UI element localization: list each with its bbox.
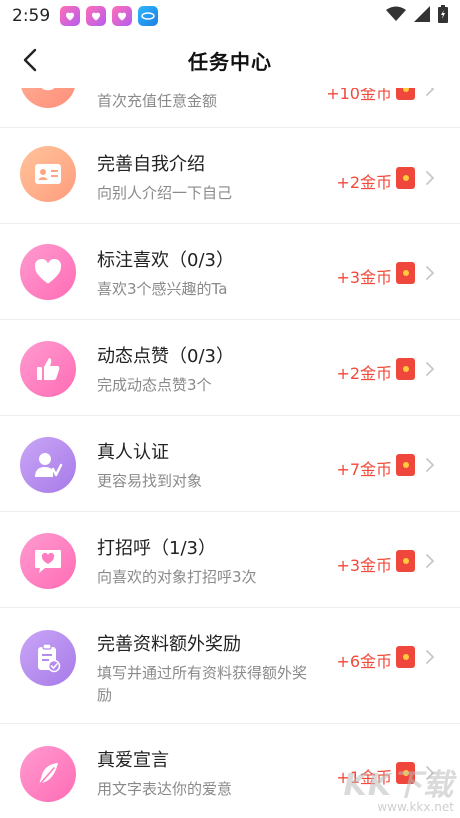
red-packet-icon bbox=[396, 88, 415, 100]
chevron-right-icon bbox=[426, 554, 435, 568]
recharge-icon bbox=[20, 88, 76, 108]
task-desc: 首次充值任意金额 bbox=[97, 92, 218, 110]
task-desc: 向别人介绍一下自己 bbox=[97, 184, 233, 202]
red-packet-icon bbox=[396, 646, 415, 668]
task-reward: +2金币 bbox=[336, 173, 392, 192]
task-reward: +3金币 bbox=[336, 556, 392, 575]
task-title: 打招呼（1/3） bbox=[97, 538, 216, 559]
heart-icon bbox=[20, 244, 76, 300]
task-item-first-recharge[interactable]: 首次充值任意金额 +10金币 bbox=[0, 88, 460, 128]
task-title: 标注喜欢（0/3） bbox=[97, 250, 234, 271]
task-desc: 完成动态点赞3个 bbox=[97, 376, 212, 394]
id-card-icon bbox=[20, 146, 76, 202]
red-packet-icon bbox=[396, 358, 415, 380]
watermark-url: www.kkx.net bbox=[377, 800, 454, 814]
site-watermark: KK下载 www.kkx.net bbox=[344, 760, 455, 814]
task-reward: +6金币 bbox=[336, 652, 392, 671]
task-title: 真爱宣言 bbox=[97, 750, 169, 771]
task-title: 真人认证 bbox=[97, 442, 169, 463]
pink-heart-app-icon bbox=[60, 6, 81, 26]
verified-user-icon bbox=[20, 437, 76, 493]
watermark-logo-text: KK下载 bbox=[343, 768, 454, 803]
task-desc: 填写并通过所有资料获得额外奖励 bbox=[97, 664, 308, 704]
task-desc: 向喜欢的对象打招呼3次 bbox=[97, 568, 257, 586]
page-title: 任务中心 bbox=[188, 49, 272, 74]
task-reward: +2金币 bbox=[336, 364, 392, 383]
nav-bar: 任务中心 bbox=[0, 32, 460, 88]
task-item-profile-bonus[interactable]: 完善资料额外奖励 填写并通过所有资料获得额外奖励 +6金币 bbox=[0, 608, 460, 724]
feather-icon bbox=[20, 746, 76, 802]
task-title: 完善自我介绍 bbox=[97, 154, 205, 175]
battery-charging-icon bbox=[438, 5, 448, 27]
status-bar: 2:59 bbox=[0, 0, 460, 32]
back-arrow-icon bbox=[23, 48, 37, 72]
pink-heart-app-icon bbox=[112, 6, 133, 26]
red-packet-icon bbox=[396, 262, 415, 284]
pink-heart-app-icon bbox=[86, 6, 107, 26]
chevron-right-icon bbox=[426, 362, 435, 376]
task-reward: +10金币 bbox=[326, 88, 392, 103]
thumbs-up-icon bbox=[20, 341, 76, 397]
red-packet-icon bbox=[396, 167, 415, 189]
chevron-right-icon bbox=[426, 266, 435, 280]
task-title: 完善资料额外奖励 bbox=[97, 634, 241, 655]
clipboard-check-icon bbox=[20, 630, 76, 686]
task-reward: +7金币 bbox=[336, 460, 392, 479]
task-item-say-hello[interactable]: 打招呼（1/3） 向喜欢的对象打招呼3次 +3金币 bbox=[0, 512, 460, 608]
chevron-right-icon bbox=[426, 458, 435, 472]
task-title: 动态点赞（0/3） bbox=[97, 346, 234, 367]
task-desc: 更容易找到对象 bbox=[97, 472, 203, 490]
chevron-right-icon bbox=[426, 88, 435, 96]
chevron-right-icon bbox=[426, 171, 435, 185]
signal-icon bbox=[414, 6, 430, 26]
task-item-self-intro[interactable]: 完善自我介绍 向别人介绍一下自己 +2金币 bbox=[0, 128, 460, 224]
task-item-real-person-verify[interactable]: 真人认证 更容易找到对象 +7金币 bbox=[0, 416, 460, 512]
task-reward: +3金币 bbox=[336, 268, 392, 287]
task-desc: 用文字表达你的爱意 bbox=[97, 780, 233, 798]
chevron-right-icon bbox=[426, 650, 435, 664]
chat-heart-icon bbox=[20, 533, 76, 589]
wifi-icon bbox=[386, 6, 406, 26]
status-time: 2:59 bbox=[12, 6, 51, 26]
back-button[interactable] bbox=[14, 44, 46, 76]
task-item-mark-like[interactable]: 标注喜欢（0/3） 喜欢3个感兴趣的Ta +3金币 bbox=[0, 224, 460, 320]
task-list[interactable]: 首次充值任意金额 +10金币 完善自我介绍 向别人介绍一下自己 +2金币 标注喜… bbox=[0, 88, 460, 818]
task-item-like-posts[interactable]: 动态点赞（0/3） 完成动态点赞3个 +2金币 bbox=[0, 320, 460, 416]
blue-app-icon bbox=[138, 6, 159, 26]
task-desc: 喜欢3个感兴趣的Ta bbox=[97, 280, 228, 298]
red-packet-icon bbox=[396, 454, 415, 476]
red-packet-icon bbox=[396, 550, 415, 572]
